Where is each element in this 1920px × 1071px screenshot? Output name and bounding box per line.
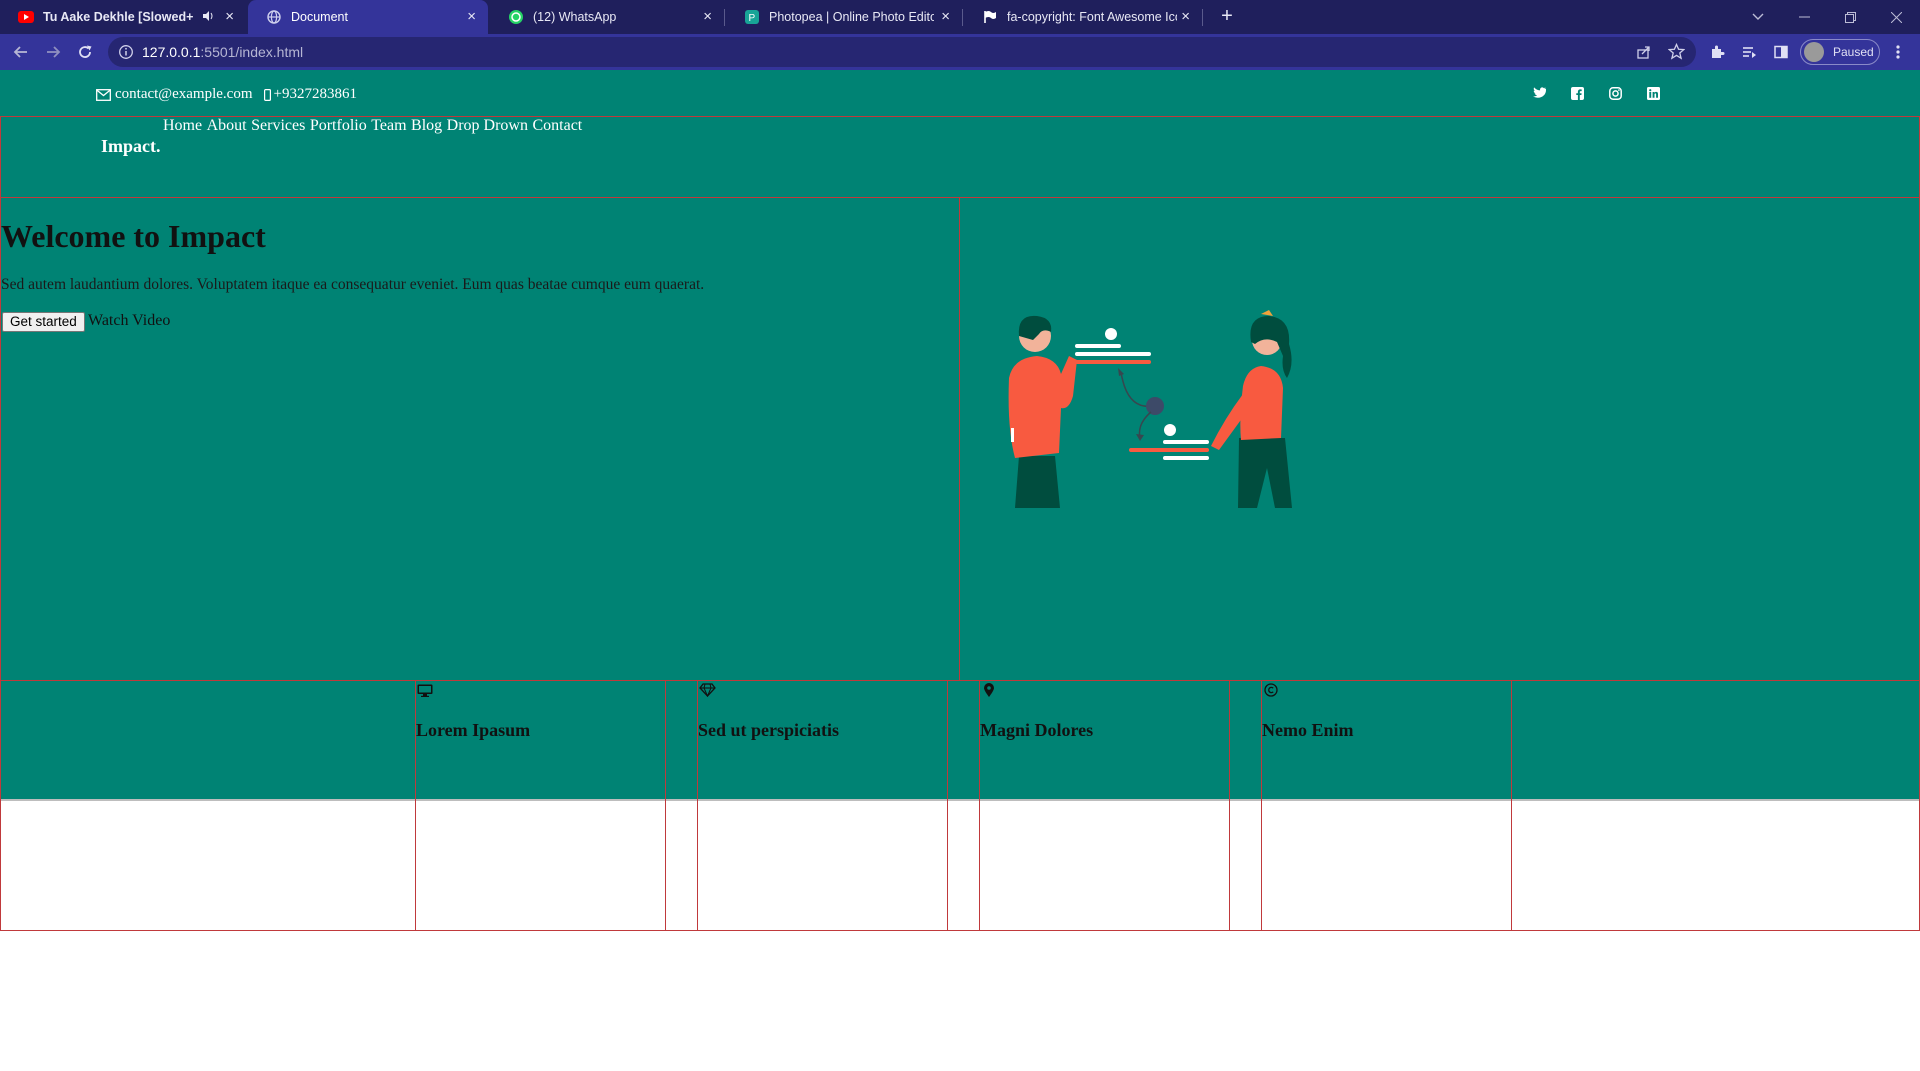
tab-document[interactable]: Document ×	[248, 0, 488, 34]
whatsapp-icon	[508, 9, 524, 25]
hero-title: Welcome to Impact	[1, 218, 266, 254]
url-text: 127.0.0.1:5501/index.html	[142, 44, 303, 60]
get-started-button[interactable]: Get started	[2, 312, 85, 332]
menu-kebab-icon[interactable]	[1886, 40, 1910, 64]
linkedin-icon[interactable]	[1646, 86, 1660, 100]
service-title: Sed ut perspiciatis	[698, 720, 840, 740]
contact-info: contact@example.com +9327283861	[96, 86, 368, 103]
email-text: contact@example.com	[115, 86, 253, 102]
tab-separator	[1202, 9, 1203, 26]
close-tab-icon[interactable]: ×	[1181, 9, 1190, 24]
envelope-icon	[96, 88, 111, 101]
url-host: 127.0.0.1	[142, 44, 201, 60]
close-tab-icon[interactable]: ×	[467, 9, 476, 24]
browser-tab-bar: Tu Aake Dekhle [Slowed+R × Document × (1…	[0, 0, 1920, 34]
nav-link-services[interactable]: Services	[251, 117, 305, 135]
copyright-icon	[1262, 682, 1280, 698]
services-section	[0, 680, 1920, 931]
profile-button[interactable]: Paused	[1800, 39, 1880, 65]
tab-title: Tu Aake Dekhle [Slowed+R	[43, 10, 193, 24]
nav-link-about[interactable]: About	[207, 117, 247, 135]
site-header: Home About Services Portfolio Team Blog …	[0, 116, 1920, 198]
main-nav: Home About Services Portfolio Team Blog …	[163, 117, 587, 135]
tab-search-icon[interactable]	[1736, 0, 1780, 34]
map-pin-icon	[980, 682, 998, 698]
facebook-icon[interactable]	[1570, 86, 1584, 100]
hero-illustration	[985, 278, 1325, 508]
nav-link-home[interactable]: Home	[163, 117, 202, 135]
url-path: :5501/index.html	[200, 44, 304, 60]
hero-section: Welcome to Impact Sed autem laudantium d…	[0, 198, 1920, 797]
minimize-icon[interactable]	[1782, 0, 1826, 34]
restore-icon[interactable]	[1828, 0, 1872, 34]
svg-text:P: P	[749, 13, 756, 24]
tab-title: Photopea | Online Photo Editor	[769, 10, 934, 24]
mobile-phone-icon	[263, 88, 271, 101]
youtube-icon	[18, 9, 34, 25]
share-icon[interactable]	[1636, 44, 1652, 65]
service-title: Nemo Enim	[1262, 720, 1354, 740]
site-logo[interactable]: Impact.	[101, 136, 161, 157]
tab-separator	[724, 9, 725, 26]
nav-link-contact[interactable]: Contact	[532, 117, 582, 135]
instagram-icon[interactable]	[1608, 86, 1622, 100]
tab-photopea[interactable]: P Photopea | Online Photo Editor ×	[726, 0, 962, 34]
page-viewport: contact@example.com +9327283861 Home Abo…	[0, 70, 1920, 1071]
close-tab-icon[interactable]: ×	[703, 9, 712, 24]
address-bar[interactable]: 127.0.0.1:5501/index.html	[108, 37, 1696, 67]
flag-icon	[982, 9, 998, 25]
service-card: Magni Dolores	[979, 680, 1230, 931]
tab-separator	[962, 9, 963, 26]
social-links	[1532, 86, 1684, 100]
new-tab-button[interactable]: +	[1216, 5, 1238, 27]
tab-font-awesome[interactable]: fa-copyright: Font Awesome Icon ×	[964, 0, 1202, 34]
service-title: Lorem Ipasum	[416, 720, 531, 740]
speaker-icon[interactable]	[202, 10, 214, 25]
diamond-icon	[698, 682, 716, 698]
service-card: Sed ut perspiciatis	[697, 680, 948, 931]
top-contact-bar: contact@example.com +9327283861	[0, 70, 1920, 116]
monitor-icon	[416, 682, 434, 698]
bookmark-star-icon[interactable]	[1667, 42, 1686, 65]
tab-whatsapp[interactable]: (12) WhatsApp ×	[490, 0, 724, 34]
phone-text: +9327283861	[273, 86, 357, 102]
forward-icon[interactable]	[41, 40, 65, 64]
avatar	[1804, 42, 1824, 62]
watch-video-link[interactable]: Watch Video	[88, 312, 170, 330]
photopea-icon: P	[744, 9, 760, 25]
service-card: Lorem Ipasum	[415, 680, 666, 931]
browser-toolbar: 127.0.0.1:5501/index.html Paused	[0, 34, 1920, 70]
twitter-icon[interactable]	[1532, 86, 1546, 100]
contact-email[interactable]: contact@example.com	[96, 86, 253, 103]
nav-link-team[interactable]: Team	[371, 117, 406, 135]
profile-status: Paused	[1833, 45, 1874, 59]
close-tab-icon[interactable]: ×	[225, 9, 234, 24]
nav-link-portfolio[interactable]: Portfolio	[310, 117, 367, 135]
back-icon[interactable]	[9, 40, 33, 64]
side-panel-icon[interactable]	[1769, 40, 1793, 64]
reload-icon[interactable]	[73, 40, 97, 64]
tab-title: (12) WhatsApp	[533, 10, 617, 24]
service-card: Nemo Enim	[1261, 680, 1512, 931]
close-window-icon[interactable]	[1874, 0, 1918, 34]
nav-link-dropdown[interactable]: Drop Drown	[447, 117, 528, 135]
reading-list-icon[interactable]	[1737, 40, 1761, 64]
extensions-icon[interactable]	[1705, 40, 1729, 64]
service-title: Magni Dolores	[980, 720, 1094, 740]
close-tab-icon[interactable]: ×	[941, 9, 950, 24]
contact-phone[interactable]: +9327283861	[263, 86, 357, 103]
tab-youtube[interactable]: Tu Aake Dekhle [Slowed+R ×	[0, 0, 246, 34]
nav-link-blog[interactable]: Blog	[411, 117, 442, 135]
globe-icon	[266, 9, 282, 25]
tab-title: fa-copyright: Font Awesome Icon	[1007, 10, 1177, 24]
tab-title: Document	[291, 10, 348, 24]
site-info-icon[interactable]	[118, 44, 134, 65]
hero-description: Sed autem laudantium dolores. Voluptatem…	[1, 276, 705, 293]
